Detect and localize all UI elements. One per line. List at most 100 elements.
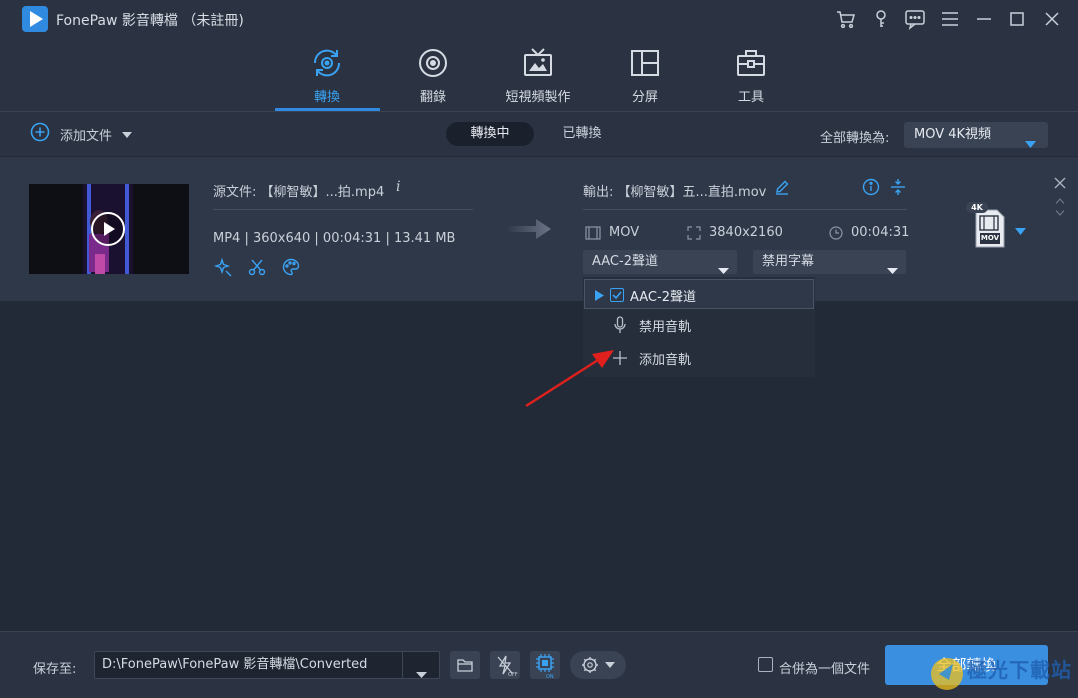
- convert-all-button[interactable]: 全部轉換: [885, 645, 1048, 685]
- video-thumbnail[interactable]: [29, 184, 189, 274]
- svg-text:ON: ON: [546, 674, 554, 679]
- annotation-arrow-icon: [520, 346, 620, 414]
- chevron-down-icon[interactable]: [1015, 224, 1026, 239]
- feedback-icon[interactable]: [904, 8, 926, 30]
- title-bar: FonePaw 影音轉檔 （未註冊): [0, 0, 1078, 38]
- key-icon[interactable]: [870, 8, 892, 30]
- palette-icon[interactable]: [281, 257, 301, 277]
- close-icon[interactable]: [1041, 8, 1063, 30]
- pencil-icon[interactable]: [774, 179, 790, 199]
- out-duration-value: 00:04:31: [851, 225, 910, 240]
- scissors-icon[interactable]: [247, 257, 267, 277]
- tab-converting[interactable]: 轉換中: [446, 122, 534, 146]
- split-screen-icon: [628, 46, 662, 80]
- menu-item-label: 添加音軌: [639, 352, 692, 368]
- arrow-right-icon: [506, 217, 552, 245]
- minimize-icon[interactable]: [973, 8, 995, 30]
- menu-item-disable-audio[interactable]: 禁用音軌: [583, 310, 815, 340]
- tab-label: 分屏: [631, 90, 658, 105]
- add-circle-icon: [30, 122, 50, 146]
- tab-converted[interactable]: 已轉換: [546, 122, 618, 146]
- remove-icon[interactable]: [1054, 177, 1066, 193]
- save-path-value: D:\FonePaw\FonePaw 影音轉檔\Converted: [102, 657, 368, 672]
- output-format-select[interactable]: MOV 4K視頻: [904, 122, 1048, 148]
- svg-text:OFF: OFF: [508, 672, 518, 678]
- output-format-badge[interactable]: 4K MOV: [966, 201, 1010, 249]
- active-tab-indicator: [275, 108, 380, 111]
- output-format-value: MOV 4K視頻: [914, 127, 992, 142]
- settings-button[interactable]: [570, 651, 626, 679]
- chevron-down-icon: [887, 259, 898, 283]
- cart-icon[interactable]: [835, 8, 857, 30]
- chip-icon: ON: [536, 654, 554, 679]
- checkbox-checked[interactable]: [610, 288, 624, 302]
- play-triangle-icon: [595, 289, 604, 301]
- hardware-accel-off-button[interactable]: OFF: [490, 651, 520, 679]
- source-file-meta: MP4 | 360x640 | 00:04:31 | 13.41 MB: [213, 231, 456, 246]
- subtitle-value: 禁用字幕: [762, 254, 815, 269]
- menu-item-aac[interactable]: AAC-2聲道: [583, 280, 815, 310]
- info-circle-icon[interactable]: [862, 178, 880, 200]
- enhance-icon[interactable]: [213, 257, 233, 277]
- tab-label: 工具: [737, 90, 764, 105]
- clock-icon: [829, 225, 843, 240]
- menu-item-label: AAC-2聲道: [630, 289, 696, 305]
- microphone-icon: [614, 316, 626, 333]
- divider: [583, 209, 907, 210]
- info-icon[interactable]: i: [396, 179, 400, 195]
- lightning-off-icon: OFF: [497, 655, 518, 678]
- toolbox-icon: [734, 46, 768, 80]
- tab-label: 轉換: [313, 90, 340, 105]
- film-icon: [585, 225, 601, 240]
- save-to-label: 保存至:: [33, 662, 77, 677]
- chevron-down-icon[interactable]: [416, 662, 427, 678]
- tab-convert[interactable]: 轉換: [279, 46, 375, 112]
- divider: [402, 652, 403, 678]
- out-resolution: 3840x2160: [687, 225, 783, 240]
- tab-short-video[interactable]: 短視頻製作: [490, 46, 586, 112]
- menu-item-label: 禁用音軌: [639, 319, 692, 335]
- tab-label: 短視頻製作: [505, 90, 571, 105]
- tab-split-screen[interactable]: 分屏: [597, 46, 693, 112]
- chevron-down-icon[interactable]: [122, 127, 133, 142]
- app-logo-icon: [22, 6, 48, 32]
- out-format-value: MOV: [609, 225, 640, 240]
- disc-icon: [416, 46, 450, 80]
- gpu-accel-on-button[interactable]: ON: [530, 651, 560, 679]
- tab-label: 翻錄: [419, 90, 446, 105]
- play-button[interactable]: [91, 212, 125, 246]
- open-folder-button[interactable]: [450, 651, 480, 679]
- output-file-name: 輸出: 【柳智敏】五...直拍.mov: [583, 185, 767, 200]
- convert-all-label: 全部轉換為:: [820, 131, 890, 146]
- compress-icon[interactable]: [889, 178, 907, 200]
- menu-icon[interactable]: [939, 8, 961, 30]
- out-resolution-value: 3840x2160: [709, 225, 783, 240]
- file-row: 源文件: 【柳智敏】...拍.mp4 i MP4 | 360x640 | 00:…: [0, 157, 1078, 301]
- audio-track-value: AAC-2聲道: [592, 254, 658, 269]
- resize-icon: [687, 225, 701, 240]
- badge-bottom-text: MOV: [980, 234, 1000, 242]
- folder-icon: [457, 659, 473, 672]
- audio-track-select[interactable]: AAC-2聲道: [583, 250, 737, 274]
- tab-tools[interactable]: 工具: [703, 46, 799, 112]
- out-format: MOV: [585, 225, 639, 240]
- tv-icon: [521, 46, 555, 80]
- convert-icon: [310, 46, 344, 80]
- merge-checkbox[interactable]: [758, 657, 773, 672]
- add-file-label: 添加文件: [60, 128, 113, 144]
- app-title: FonePaw 影音轉檔 （未註冊): [56, 13, 244, 29]
- gear-icon: [582, 657, 615, 673]
- divider: [213, 209, 473, 210]
- out-duration: 00:04:31: [829, 225, 909, 240]
- maximize-icon[interactable]: [1006, 8, 1028, 30]
- tab-rip[interactable]: 翻錄: [385, 46, 481, 112]
- main-tab-bar: 轉換 翻錄 短視頻製作 分屏 工具: [0, 38, 1078, 112]
- badge-top-text: 4K: [971, 203, 983, 212]
- save-path-select[interactable]: D:\FonePaw\FonePaw 影音轉檔\Converted: [94, 651, 440, 679]
- toolbar: 添加文件 轉換中 已轉換 全部轉換為: MOV 4K視頻: [0, 112, 1078, 156]
- chevron-down-icon: [1025, 132, 1036, 158]
- subtitle-select[interactable]: 禁用字幕: [753, 250, 906, 274]
- move-down-icon[interactable]: [1055, 206, 1065, 221]
- add-file-button[interactable]: 添加文件: [30, 122, 133, 146]
- merge-label: 合併為一個文件: [779, 662, 871, 677]
